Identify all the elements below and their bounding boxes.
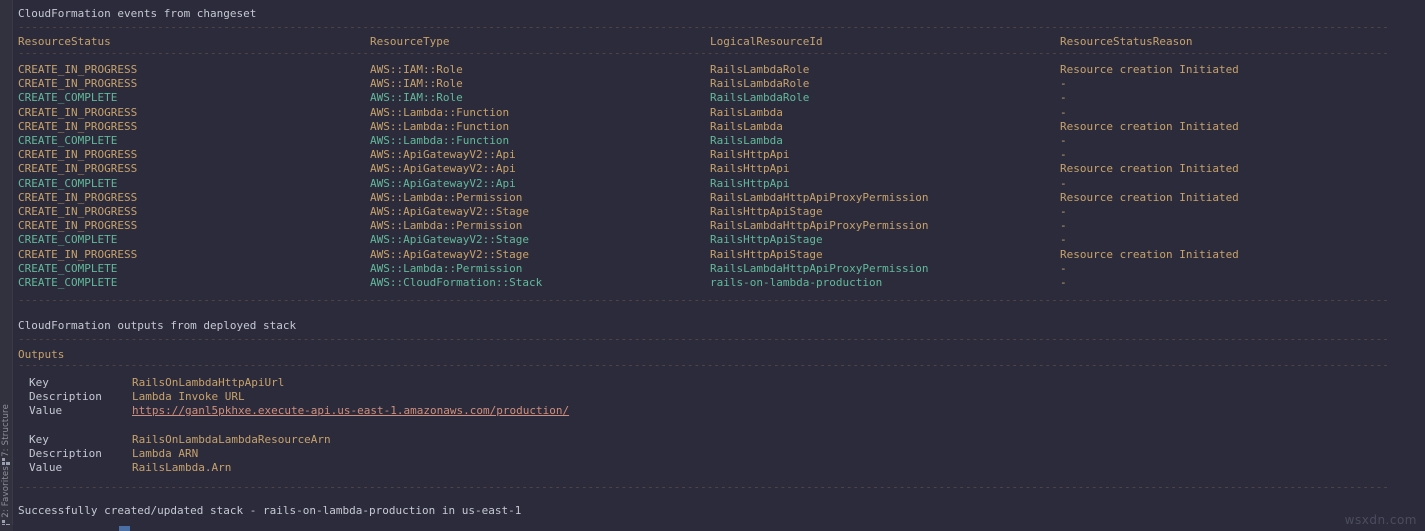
column-header-resourcestatusreason: ResourceStatusReason (1060, 35, 1193, 48)
outputs-section-title: CloudFormation outputs from deployed sta… (18, 319, 297, 332)
event-status-reason: - (1060, 134, 1067, 147)
divider-rule-outputs-top: ----------------------------------------… (18, 339, 1388, 340)
event-status-reason: - (1060, 233, 1067, 247)
event-logical-id: RailsHttpApiStage (710, 205, 823, 218)
event-status: CREATE_COMPLETE (18, 176, 118, 190)
event-status: CREATE_IN_PROGRESS (18, 205, 138, 218)
event-status: CREATE_COMPLETE (18, 91, 118, 105)
column-header-resourcetype: ResourceType (370, 35, 450, 48)
sidebar-item-favorites[interactable]: 2: Favorites (0, 466, 13, 518)
event-status-reason: Resource creation Initiated (1060, 162, 1239, 176)
event-logical-id: RailsHttpApiStage (710, 247, 823, 261)
event-status: CREATE_IN_PROGRESS (18, 247, 138, 261)
output-description-label: Description (29, 390, 102, 404)
output-key-value: RailsOnLambdaHttpApiUrl (132, 376, 285, 389)
event-status: CREATE_IN_PROGRESS (18, 219, 138, 233)
event-status-reason: - (1060, 148, 1067, 162)
event-status-reason: Resource creation Initiated (1060, 119, 1239, 133)
event-resource-type: AWS::ApiGatewayV2::Api (370, 148, 516, 162)
event-resource-type: AWS::Lambda::Function (370, 119, 510, 133)
event-status-reason: - (1060, 276, 1067, 289)
divider-rule-top: ----------------------------------------… (18, 27, 1388, 28)
event-status-reason: - (1060, 77, 1067, 91)
event-logical-id: RailsLambdaHttpApiProxyPermission (710, 219, 929, 233)
event-status: CREATE_COMPLETE (18, 134, 118, 147)
event-resource-type: AWS::IAM::Role (370, 77, 463, 91)
divider-rule-outputs-end: ----------------------------------------… (18, 487, 1388, 488)
event-logical-id: RailsLambda (710, 119, 783, 133)
event-logical-id: RailsHttpApi (710, 176, 790, 190)
event-status: CREATE_COMPLETE (18, 276, 118, 289)
output-key-label: Key (29, 433, 49, 446)
event-resource-type: AWS::Lambda::Function (370, 105, 510, 119)
event-logical-id: RailsLambdaRole (710, 91, 810, 105)
event-status: CREATE_IN_PROGRESS (18, 119, 138, 133)
event-resource-type: AWS::Lambda::Permission (370, 261, 523, 275)
terminal-output-panel[interactable]: CloudFormation events from changeset ---… (13, 0, 1425, 531)
column-header-logicalresourceid: LogicalResourceId (710, 35, 823, 48)
event-status: CREATE_IN_PROGRESS (18, 105, 138, 119)
event-logical-id: RailsHttpApi (710, 148, 790, 162)
output-value-label: Value (29, 461, 63, 475)
event-status: CREATE_IN_PROGRESS (18, 77, 138, 91)
event-status-reason: Resource creation Initiated (1060, 190, 1239, 204)
event-resource-type: AWS::ApiGatewayV2::Stage (370, 247, 529, 261)
event-logical-id: RailsLambdaRole (710, 77, 810, 91)
event-resource-type: AWS::IAM::Role (370, 63, 463, 76)
taskbar-chip[interactable] (119, 526, 130, 531)
output-description-label: Description (29, 447, 102, 461)
event-status: CREATE_IN_PROGRESS (18, 148, 138, 162)
event-status: CREATE_IN_PROGRESS (18, 190, 138, 204)
sidebar-item-structure[interactable]: 7: Structure (0, 404, 13, 457)
event-resource-type: AWS::ApiGatewayV2::Api (370, 162, 516, 176)
event-status: CREATE_COMPLETE (18, 261, 118, 275)
event-resource-type: AWS::Lambda::Function (370, 134, 510, 147)
event-status: CREATE_IN_PROGRESS (18, 162, 138, 176)
divider-rule-header: ----------------------------------------… (18, 53, 1388, 54)
event-status-reason: - (1060, 205, 1067, 218)
event-resource-type: AWS::Lambda::Permission (370, 219, 523, 233)
divider-rule-events-end: ----------------------------------------… (18, 300, 1388, 301)
event-logical-id: rails-on-lambda-production (710, 276, 883, 289)
event-status: CREATE_COMPLETE (18, 233, 118, 247)
event-logical-id: RailsHttpApiStage (710, 233, 823, 247)
output-key-value: RailsOnLambdaLambdaResourceArn (132, 433, 331, 446)
event-status-reason: Resource creation Initiated (1060, 247, 1239, 261)
output-description-value: Lambda ARN (132, 447, 199, 461)
event-resource-type: AWS::ApiGatewayV2::Stage (370, 233, 529, 247)
event-status-reason: Resource creation Initiated (1060, 63, 1239, 76)
event-logical-id: RailsLambdaHttpApiProxyPermission (710, 190, 929, 204)
event-resource-type: AWS::ApiGatewayV2::Stage (370, 205, 529, 218)
event-status-reason: - (1060, 91, 1067, 105)
column-header-resourcestatus: ResourceStatus (18, 35, 111, 48)
event-status-reason: - (1060, 105, 1067, 119)
event-logical-id: RailsLambdaHttpApiProxyPermission (710, 261, 929, 275)
status-line: Successfully created/updated stack - rai… (18, 504, 522, 517)
event-resource-type: AWS::ApiGatewayV2::Api (370, 176, 516, 190)
rail-bottom-filler (0, 525, 13, 531)
event-status-reason: - (1060, 219, 1067, 233)
event-status-reason: - (1060, 261, 1067, 275)
output-value-value: RailsLambda.Arn (132, 461, 232, 475)
ide-left-rail: 7: Structure 2: Favorites (0, 0, 13, 531)
event-resource-type: AWS::CloudFormation::Stack (370, 276, 543, 289)
divider-rule-outputs-heading: ----------------------------------------… (18, 365, 1388, 366)
outputs-heading: Outputs (18, 348, 65, 361)
output-value-value[interactable]: https://ganl5pkhxe.execute-api.us-east-1… (132, 404, 569, 418)
output-key-label: Key (29, 376, 49, 389)
watermark: wsxdn.com (1344, 512, 1417, 527)
event-logical-id: RailsHttpApi (710, 162, 790, 176)
event-status-reason: - (1060, 176, 1067, 190)
event-resource-type: AWS::Lambda::Permission (370, 190, 523, 204)
event-logical-id: RailsLambda (710, 134, 783, 147)
output-value-label: Value (29, 404, 63, 418)
event-logical-id: RailsLambdaRole (710, 63, 810, 76)
event-logical-id: RailsLambda (710, 105, 783, 119)
events-section-title: CloudFormation events from changeset (18, 7, 257, 20)
output-description-value: Lambda Invoke URL (132, 390, 245, 404)
event-resource-type: AWS::IAM::Role (370, 91, 463, 105)
event-status: CREATE_IN_PROGRESS (18, 63, 138, 76)
